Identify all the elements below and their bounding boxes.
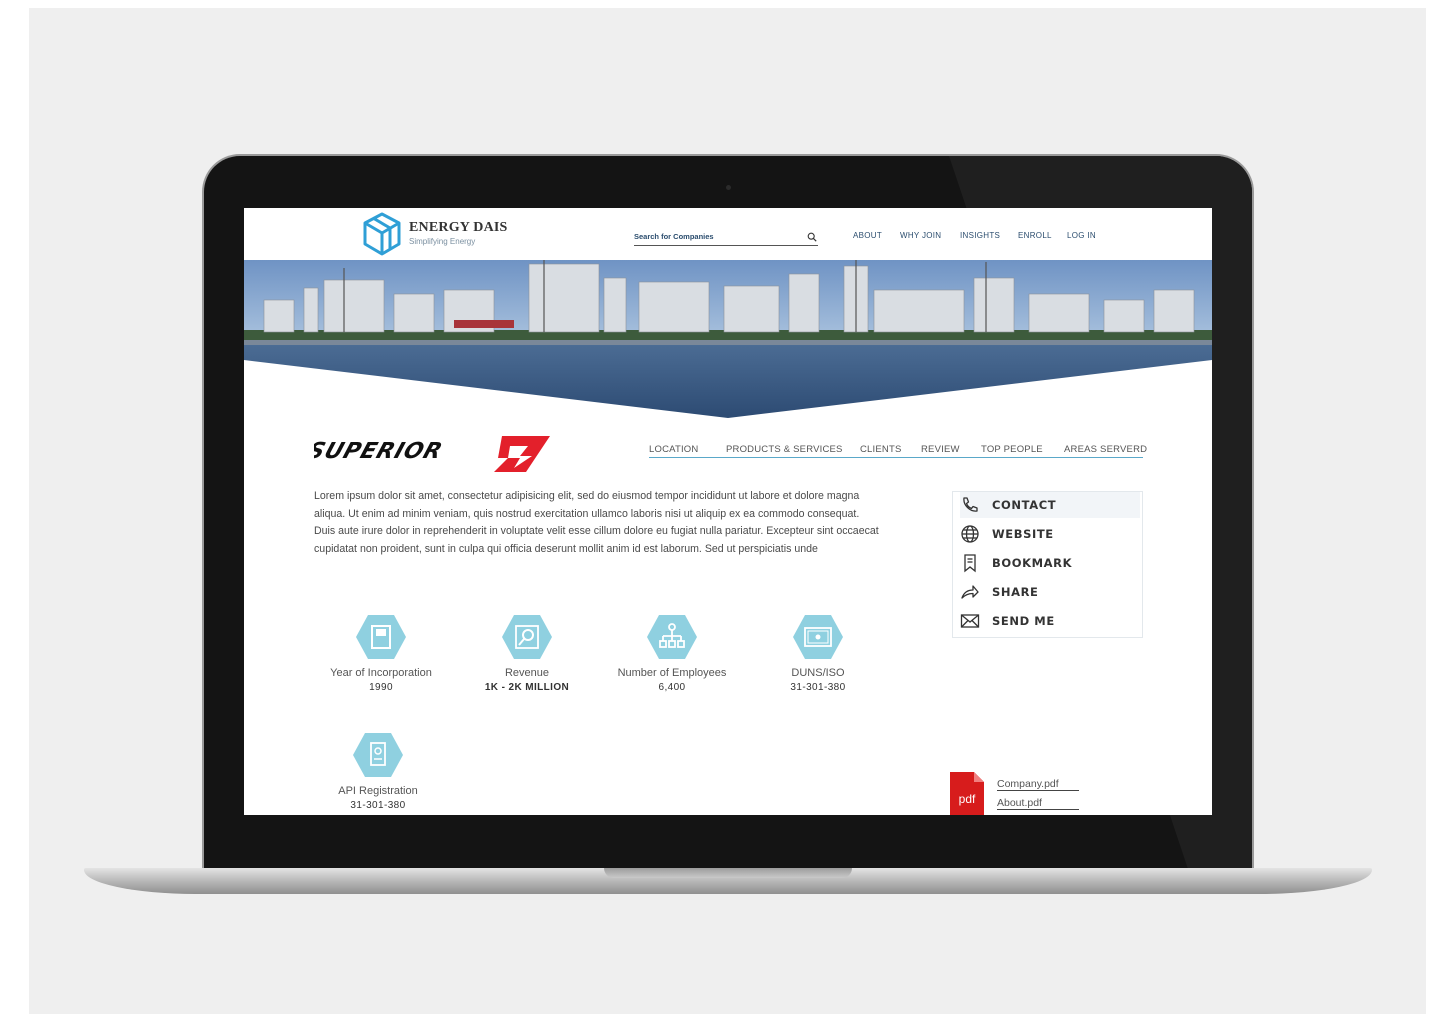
globe-icon (961, 525, 979, 543)
stat-label: Revenue (504, 667, 550, 679)
tab-areas-served[interactable]: AREAS SERVERD (1064, 444, 1147, 455)
certificate-icon (793, 615, 843, 659)
stat-revenue: Revenue 1K - 2K MILLION (452, 614, 602, 693)
company-pdf-link[interactable]: Company.pdf (997, 778, 1079, 791)
about-pdf-link[interactable]: About.pdf (997, 797, 1079, 810)
stat-number-of-employees: Number of Employees 6,400 (597, 614, 747, 693)
site-header: ENERGY DAIS Simplifying Energy ABOUT WHY… (244, 208, 1212, 260)
stat-label: API Registration (338, 785, 418, 797)
pdf-badge-text: pdf (959, 792, 976, 806)
superior-logo-text: SUPERIOR (314, 439, 446, 464)
bookmark-icon (964, 554, 976, 573)
actions-panel: CONTACT WEBSITE BOOKMARK SHARE SEND ME (952, 491, 1143, 638)
laptop-screen: ENERGY DAIS Simplifying Energy ABOUT WHY… (244, 208, 1212, 815)
nav-log-in[interactable]: LOG IN (1067, 231, 1096, 240)
envelope-icon (960, 614, 980, 628)
company-search-input[interactable] (634, 228, 818, 246)
stat-value: 31-301-380 (350, 800, 406, 811)
stat-value: 1990 (369, 682, 393, 693)
search-icon[interactable] (807, 232, 817, 242)
tab-top-people[interactable]: TOP PEOPLE (981, 444, 1043, 455)
revenue-search-icon (502, 615, 552, 659)
send-me-button[interactable]: SEND ME (960, 608, 1140, 634)
stat-label: Number of Employees (617, 667, 727, 679)
nav-insights[interactable]: INSIGHTS (960, 231, 1000, 240)
contact-button[interactable]: CONTACT (960, 492, 1140, 518)
tab-location[interactable]: LOCATION (649, 444, 698, 455)
stat-year-of-incorporation: Year of Incorporation 1990 (306, 614, 456, 693)
bookmark-button[interactable]: BOOKMARK (960, 550, 1140, 576)
bookmark-label: BOOKMARK (992, 556, 1073, 570)
share-button[interactable]: SHARE (960, 579, 1140, 605)
hero-refinery-image (244, 260, 1212, 418)
company-description: Lorem ipsum dolor sit amet, consectetur … (314, 490, 879, 555)
brand-name[interactable]: ENERGY DAIS (409, 220, 508, 236)
document-icon (356, 615, 406, 659)
id-badge-icon (353, 733, 403, 777)
cube-logo-icon[interactable] (362, 212, 402, 256)
brand-tagline: Simplifying Energy (409, 237, 476, 246)
share-label: SHARE (992, 585, 1039, 599)
nav-about[interactable]: ABOUT (853, 231, 882, 240)
share-arrow-icon (961, 585, 979, 599)
nav-enroll[interactable]: ENROLL (1018, 231, 1052, 240)
stat-value: 31-301-380 (790, 682, 846, 693)
stat-label: DUNS/ISO (791, 667, 845, 679)
tab-review[interactable]: REVIEW (921, 444, 960, 455)
webcam (726, 185, 731, 190)
phone-icon (963, 497, 978, 512)
website-button[interactable]: WEBSITE (960, 521, 1140, 547)
tab-clients[interactable]: CLIENTS (860, 444, 902, 455)
laptop-notch (604, 868, 852, 878)
stat-api-registration: API Registration 31-301-380 (303, 732, 453, 811)
stat-value: 1K - 2K MILLION (484, 682, 570, 693)
stat-duns-iso: DUNS/ISO 31-301-380 (743, 614, 893, 693)
stat-value: 6,400 (658, 682, 686, 693)
send-me-label: SEND ME (992, 614, 1055, 628)
website-label: WEBSITE (992, 527, 1054, 541)
contact-label: CONTACT (992, 498, 1057, 512)
stat-label: Year of Incorporation (330, 667, 432, 679)
tab-products-services[interactable]: PRODUCTS & SERVICES (726, 444, 843, 455)
tabs-underline (649, 457, 1143, 458)
pdf-icon: pdf (950, 772, 984, 815)
superior-company-logo: SUPERIOR (314, 436, 550, 472)
org-chart-icon (647, 615, 697, 659)
nav-why-join[interactable]: WHY JOIN (900, 231, 941, 240)
